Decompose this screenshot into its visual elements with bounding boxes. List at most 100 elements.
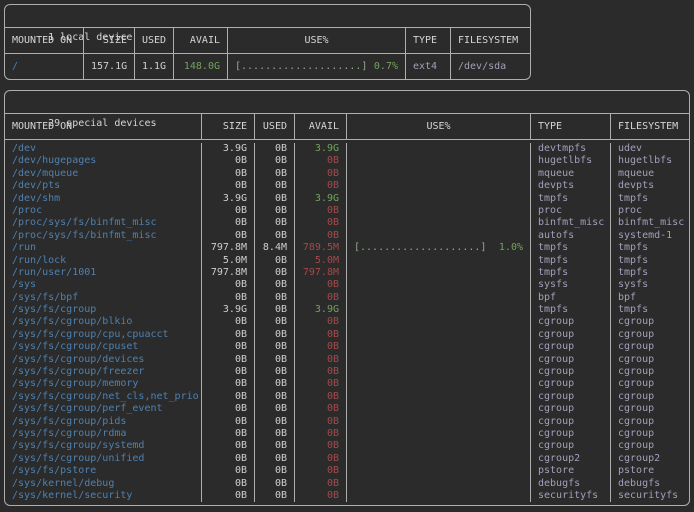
filesystem-cell: tmpfs — [610, 193, 689, 205]
mounted-on-cell: /run — [5, 242, 201, 254]
column-header-used: USED — [134, 28, 173, 53]
mounted-on-cell: /sys/fs/bpf — [5, 292, 201, 304]
table-row: /dev3.9G0B3.9Gdevtmpfsudev — [5, 143, 689, 155]
table-row: /sys/fs/cgroup3.9G0B3.9Gtmpfstmpfs — [5, 304, 689, 316]
used-cell: 0B — [254, 217, 294, 229]
size-cell: 0B — [201, 329, 254, 341]
use-percent-cell — [346, 180, 530, 192]
avail-cell: 0B — [294, 316, 346, 328]
table-row: /sys/kernel/debug0B0B0Bdebugfsdebugfs — [5, 478, 689, 490]
size-cell: 157.1G — [83, 54, 134, 79]
avail-cell: 0B — [294, 391, 346, 403]
avail-cell: 0B — [294, 230, 346, 242]
table-row: /sys/kernel/security0B0B0Bsecurityfssecu… — [5, 490, 689, 502]
mounted-on-cell: /sys/fs/cgroup — [5, 304, 201, 316]
column-header-type: TYPE — [530, 114, 610, 139]
table-row: /sys/fs/cgroup/freezer0B0B0Bcgroupcgroup — [5, 366, 689, 378]
column-header-use: USE% — [227, 28, 405, 53]
type-cell: proc — [530, 205, 610, 217]
table-row: /sys/fs/cgroup/systemd0B0B0Bcgroupcgroup — [5, 440, 689, 452]
mounted-on-cell: /sys/fs/cgroup/net_cls,net_prio — [5, 391, 201, 403]
size-cell: 0B — [201, 155, 254, 167]
used-cell: 0B — [254, 403, 294, 415]
mounted-on-cell: /sys/kernel/debug — [5, 478, 201, 490]
avail-cell: 0B — [294, 416, 346, 428]
filesystem-cell: cgroup — [610, 341, 689, 353]
used-cell: 0B — [254, 279, 294, 291]
column-header-used: USED — [254, 114, 294, 139]
type-cell: pstore — [530, 465, 610, 477]
size-cell: 3.9G — [201, 193, 254, 205]
terminal-screen: 1 local device MOUNTED ONSIZEUSEDAVAILUS… — [0, 0, 694, 510]
size-cell: 3.9G — [201, 143, 254, 155]
table-row: /dev/shm3.9G0B3.9Gtmpfstmpfs — [5, 193, 689, 205]
avail-cell: 0B — [294, 155, 346, 167]
mounted-on-cell: /run/lock — [5, 255, 201, 267]
table-row: /proc/sys/fs/binfmt_misc0B0B0Bautofssyst… — [5, 230, 689, 242]
mounted-on-cell: /sys/fs/cgroup/freezer — [5, 366, 201, 378]
used-cell: 0B — [254, 453, 294, 465]
filesystem-cell: tmpfs — [610, 304, 689, 316]
type-cell: cgroup — [530, 316, 610, 328]
type-cell: cgroup — [530, 428, 610, 440]
type-cell: bpf — [530, 292, 610, 304]
filesystem-cell: tmpfs — [610, 242, 689, 254]
use-percent-cell — [346, 205, 530, 217]
size-cell: 0B — [201, 316, 254, 328]
size-cell: 0B — [201, 354, 254, 366]
size-cell: 0B — [201, 168, 254, 180]
use-percent-cell — [346, 292, 530, 304]
table-row: /157.1G1.1G148.0G[....................]0… — [5, 54, 530, 79]
filesystem-cell: tmpfs — [610, 255, 689, 267]
filesystem-cell: hugetlbfs — [610, 155, 689, 167]
type-cell: autofs — [530, 230, 610, 242]
mounted-on-cell: /dev — [5, 143, 201, 155]
used-cell: 0B — [254, 366, 294, 378]
mounted-on-cell: /sys/fs/cgroup/rdma — [5, 428, 201, 440]
type-cell: cgroup — [530, 341, 610, 353]
type-cell: sysfs — [530, 279, 610, 291]
type-cell: cgroup — [530, 329, 610, 341]
mounted-on-cell: /sys/fs/pstore — [5, 465, 201, 477]
use-percent-cell — [346, 465, 530, 477]
filesystem-cell: debugfs — [610, 478, 689, 490]
table-row: /sys/fs/cgroup/pids0B0B0Bcgroupcgroup — [5, 416, 689, 428]
filesystem-cell: tmpfs — [610, 267, 689, 279]
type-cell: cgroup — [530, 366, 610, 378]
avail-cell: 0B — [294, 354, 346, 366]
size-cell: 0B — [201, 416, 254, 428]
type-cell: devpts — [530, 180, 610, 192]
use-percent-cell: [....................]1.0% — [346, 242, 530, 254]
filesystem-cell: systemd-1 — [610, 230, 689, 242]
type-cell: cgroup — [530, 403, 610, 415]
mounted-on-cell: / — [5, 54, 83, 79]
used-cell: 0B — [254, 478, 294, 490]
used-cell: 0B — [254, 378, 294, 390]
used-cell: 0B — [254, 341, 294, 353]
type-cell: tmpfs — [530, 304, 610, 316]
size-cell: 797.8M — [201, 267, 254, 279]
table-row: /dev/mqueue0B0B0Bmqueuemqueue — [5, 168, 689, 180]
used-cell: 0B — [254, 490, 294, 502]
table-body: /157.1G1.1G148.0G[....................]0… — [5, 54, 530, 79]
use-percent-cell — [346, 155, 530, 167]
type-cell: securityfs — [530, 490, 610, 502]
header-row: MOUNTED ONSIZEUSEDAVAILUSE%TYPEFILESYSTE… — [5, 28, 530, 54]
use-percent-cell — [346, 193, 530, 205]
size-cell: 0B — [201, 180, 254, 192]
mounted-on-cell: /sys/kernel/security — [5, 490, 201, 502]
size-cell: 0B — [201, 378, 254, 390]
table-row: /sys/fs/pstore0B0B0Bpstorepstore — [5, 465, 689, 477]
avail-cell: 797.8M — [294, 267, 346, 279]
type-cell: tmpfs — [530, 255, 610, 267]
size-cell: 0B — [201, 341, 254, 353]
filesystem-cell: udev — [610, 143, 689, 155]
table-row: /dev/hugepages0B0B0Bhugetlbfshugetlbfs — [5, 155, 689, 167]
column-header-filesystem: FILESYSTEM — [450, 28, 530, 53]
used-cell: 0B — [254, 205, 294, 217]
avail-cell: 3.9G — [294, 143, 346, 155]
table-body: /dev3.9G0B3.9Gdevtmpfsudev/dev/hugepages… — [5, 140, 689, 505]
filesystem-cell: bpf — [610, 292, 689, 304]
avail-cell: 0B — [294, 180, 346, 192]
avail-cell: 0B — [294, 428, 346, 440]
